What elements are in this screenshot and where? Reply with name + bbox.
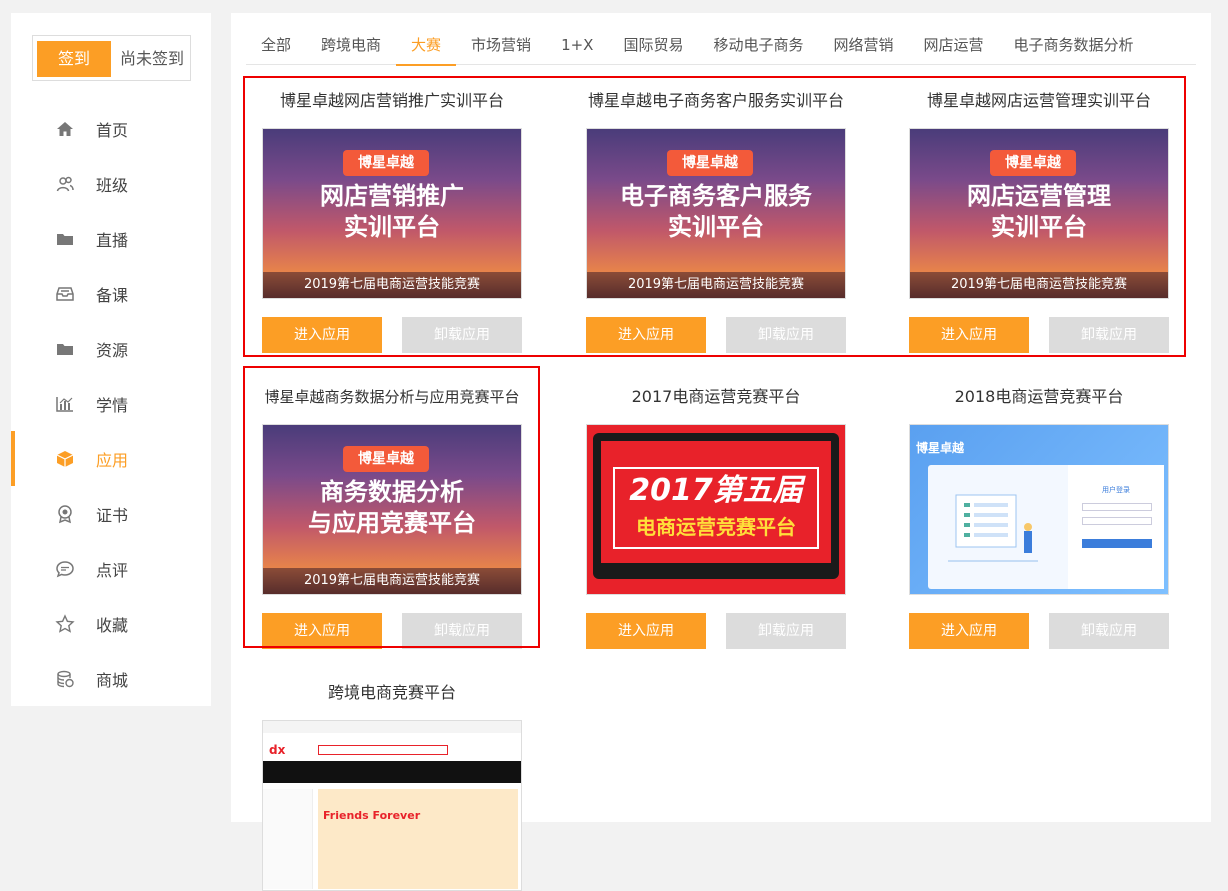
folder-icon	[54, 228, 76, 250]
highlight-box	[243, 76, 1186, 357]
sidebar-item-label: 学情	[96, 395, 129, 415]
sidebar-item-prepare[interactable]: 备课	[11, 266, 211, 321]
sidebar-item-resources[interactable]: 资源	[11, 321, 211, 376]
sidebar-item-apps[interactable]: 应用	[11, 431, 211, 486]
thumb-line2: 电商运营竞赛平台	[636, 515, 796, 539]
enter-app-button[interactable]: 进入应用	[586, 613, 706, 649]
sidebar-item-live[interactable]: 直播	[11, 211, 211, 266]
sidebar-item-label: 商城	[96, 670, 129, 690]
sidebar-item-review[interactable]: 点评	[11, 541, 211, 596]
highlight-box	[243, 366, 540, 648]
app-thumbnail[interactable]: dx Friends Forever	[262, 720, 522, 891]
sidebar-item-home[interactable]: 首页	[11, 101, 211, 156]
tab-shop-ops[interactable]: 网店运营	[909, 13, 999, 65]
app-card: 2018电商运营竞赛平台 博星卓越 用户登录 进入应用 卸载应用	[889, 385, 1189, 649]
tab-all[interactable]: 全部	[246, 13, 306, 65]
home-icon	[54, 118, 76, 140]
uninstall-app-button[interactable]: 卸载应用	[1049, 613, 1169, 649]
shop-logo: dx	[269, 743, 286, 757]
thumb-line1: 2017第五届	[629, 473, 803, 508]
tab-data-analysis[interactable]: 电子商务数据分析	[999, 13, 1149, 65]
enter-app-button[interactable]: 进入应用	[909, 613, 1029, 649]
uninstall-app-button[interactable]: 卸载应用	[726, 613, 846, 649]
sidebar-item-certificate[interactable]: 证书	[11, 486, 211, 541]
category-tabs: 全部 跨境电商 大赛 市场营销 1+X 国际贸易 移动电子商务 网络营销 网店运…	[246, 13, 1196, 66]
app-thumbnail[interactable]: 2017第五届 电商运营竞赛平台	[586, 424, 846, 595]
sidebar-item-label: 直播	[96, 230, 129, 250]
signin-status: 尚未签到	[119, 49, 184, 68]
main-panel: 全部 跨境电商 大赛 市场营销 1+X 国际贸易 移动电子商务 网络营销 网店运…	[231, 13, 1211, 891]
cube-icon	[54, 448, 76, 470]
signin-button[interactable]: 签到	[37, 41, 111, 77]
comment-icon	[54, 558, 76, 580]
thumb-brand: 博星卓越	[916, 441, 965, 455]
sidebar-item-label: 备课	[96, 285, 129, 305]
tab-cross-border[interactable]: 跨境电商	[306, 13, 396, 65]
sidebar-item-label: 收藏	[96, 615, 129, 635]
app-title: 2017电商运营竞赛平台	[631, 387, 801, 406]
users-icon	[54, 173, 76, 195]
sidebar-item-label: 班级	[96, 175, 129, 195]
tab-trade[interactable]: 国际贸易	[608, 13, 698, 65]
sidebar-item-label: 点评	[96, 560, 129, 580]
sidebar-item-mall[interactable]: 商城	[11, 651, 211, 706]
tab-mobile[interactable]: 移动电子商务	[698, 13, 818, 65]
thumb-banner: Friends Forever	[323, 809, 421, 822]
folder-icon	[54, 338, 76, 360]
sidebar-item-analytics[interactable]: 学情	[11, 376, 211, 431]
sidebar: 签到 尚未签到 首页 班级 直播 备课 资源 学情 应用 证书 点评 收藏 商城	[11, 13, 211, 706]
dashboard-illustration	[948, 494, 1038, 562]
star-icon	[54, 613, 76, 635]
sidebar-item-label: 资源	[96, 340, 129, 360]
tab-1x[interactable]: 1+X	[546, 13, 608, 65]
app-card: 2017电商运营竞赛平台 2017第五届 电商运营竞赛平台 进入应用 卸载应用	[566, 385, 866, 649]
sidebar-item-label: 应用	[96, 450, 129, 470]
sidebar-item-favorites[interactable]: 收藏	[11, 596, 211, 651]
tab-net-marketing[interactable]: 网络营销	[818, 13, 908, 65]
award-icon	[54, 503, 76, 525]
signin-box: 签到 尚未签到	[32, 35, 191, 81]
sidebar-item-label: 证书	[96, 505, 129, 525]
chart-icon	[54, 393, 76, 415]
inbox-icon	[54, 283, 76, 305]
tab-competition[interactable]: 大赛	[396, 13, 457, 66]
app-thumbnail[interactable]: 博星卓越 用户登录	[909, 424, 1169, 595]
database-icon	[54, 668, 76, 690]
app-title: 跨境电商竞赛平台	[327, 683, 456, 702]
shop-search	[318, 745, 448, 755]
tab-marketing[interactable]: 市场营销	[456, 13, 546, 65]
app-card: 跨境电商竞赛平台 dx Friends Forever	[242, 681, 542, 891]
sidebar-nav: 首页 班级 直播 备课 资源 学情 应用 证书 点评 收藏 商城	[11, 101, 211, 706]
sidebar-item-label: 首页	[96, 120, 129, 140]
app-title: 2018电商运营竞赛平台	[954, 387, 1124, 406]
login-title: 用户登录	[1102, 486, 1130, 494]
sidebar-item-class[interactable]: 班级	[11, 156, 211, 211]
